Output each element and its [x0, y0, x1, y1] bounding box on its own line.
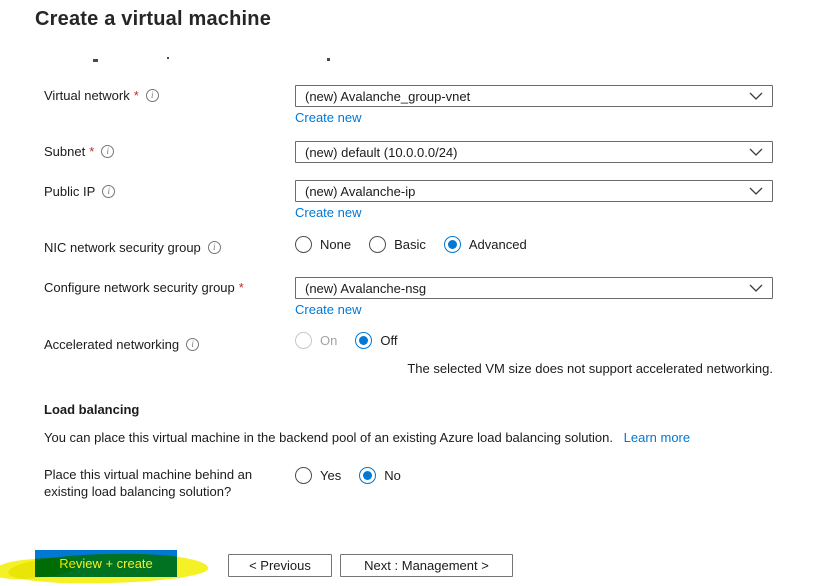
load-balancing-radio-group: Yes No [295, 467, 419, 484]
radio-label: On [320, 333, 338, 348]
field-label-text: NIC network security group [44, 240, 201, 255]
public-ip-label: Public IP [44, 184, 116, 199]
radio-label: Advanced [468, 237, 527, 252]
field-label-text: Configure network security group [44, 280, 235, 295]
dropdown-value: (new) Avalanche_group-vnet [305, 88, 471, 104]
field-label-text: Virtual network [44, 88, 130, 103]
radio-icon [369, 236, 387, 253]
load-balancing-question: Place this virtual machine behind an exi… [44, 467, 253, 499]
field-label-text: Public IP [44, 184, 96, 199]
radio-option-advanced[interactable]: Advanced [443, 236, 527, 253]
radio-label: No [384, 468, 401, 483]
subnet-label: Subnet * [44, 144, 115, 159]
info-icon[interactable] [102, 185, 116, 198]
chevron-down-icon [749, 284, 763, 292]
info-icon[interactable] [145, 89, 159, 102]
radio-icon [295, 467, 312, 484]
learn-more-link[interactable]: Learn more [624, 430, 690, 445]
radio-option-on-disabled: On [295, 332, 337, 349]
radio-label: Basic [394, 237, 426, 252]
chevron-down-icon [749, 92, 763, 100]
field-label-text: Accelerated networking [44, 337, 180, 352]
chevron-down-icon [749, 148, 763, 156]
radio-option-basic[interactable]: Basic [369, 236, 426, 253]
radio-icon-selected [443, 236, 461, 253]
field-label-text: Subnet [44, 144, 86, 159]
public-ip-dropdown[interactable]: (new) Avalanche-ip [295, 180, 773, 202]
create-vm-page: Create a virtual machine Virtual network… [0, 0, 828, 586]
next-management-button[interactable]: Next : Management > [340, 554, 513, 577]
accelerated-networking-note: The selected VM size does not support ac… [407, 361, 773, 376]
required-asterisk: * [133, 88, 139, 103]
accelerated-networking-radio-group: On Off [295, 332, 415, 349]
required-asterisk: * [89, 144, 95, 159]
info-icon[interactable] [186, 338, 200, 351]
radio-icon [295, 236, 312, 253]
radio-label: Off [380, 333, 398, 348]
radio-icon-disabled [295, 332, 312, 349]
load-balancing-header: Load balancing [44, 402, 140, 417]
configure-nsg-label: Configure network security group * [44, 280, 244, 295]
radio-label: None [320, 237, 352, 252]
accelerated-networking-label: Accelerated networking [44, 337, 200, 352]
virtual-network-label: Virtual network * [44, 88, 159, 103]
load-balancing-description: You can place this virtual machine in th… [44, 430, 690, 445]
virtual-network-dropdown[interactable]: (new) Avalanche_group-vnet [295, 85, 773, 107]
clipped-text-remnant [93, 59, 98, 62]
create-new-public-ip-link[interactable]: Create new [295, 205, 361, 220]
radio-icon-selected [355, 332, 373, 349]
radio-option-yes[interactable]: Yes [295, 467, 341, 484]
review-create-button[interactable]: Review + create [35, 550, 177, 577]
dropdown-value: (new) Avalanche-ip [305, 183, 416, 199]
create-new-vnet-link[interactable]: Create new [295, 110, 361, 125]
clipped-text-remnant [167, 57, 169, 59]
create-new-nsg-link[interactable]: Create new [295, 302, 361, 317]
radio-option-none[interactable]: None [295, 236, 351, 253]
dropdown-value: (new) default (10.0.0.0/24) [305, 144, 458, 160]
radio-option-off[interactable]: Off [355, 332, 397, 349]
subnet-dropdown[interactable]: (new) default (10.0.0.0/24) [295, 141, 773, 163]
nic-nsg-label: NIC network security group [44, 240, 221, 255]
info-icon[interactable] [101, 145, 115, 158]
info-icon[interactable] [207, 241, 221, 254]
previous-button[interactable]: < Previous [228, 554, 332, 577]
clipped-text-remnant [327, 58, 330, 61]
page-title: Create a virtual machine [35, 8, 272, 30]
description-text: You can place this virtual machine in th… [44, 430, 614, 445]
dropdown-value: (new) Avalanche-nsg [305, 280, 427, 296]
radio-icon-selected [359, 467, 377, 484]
radio-option-no[interactable]: No [359, 467, 401, 484]
chevron-down-icon [749, 187, 763, 195]
radio-label: Yes [320, 468, 342, 483]
nic-nsg-radio-group: None Basic Advanced [295, 236, 545, 253]
required-asterisk: * [238, 280, 244, 295]
configure-nsg-dropdown[interactable]: (new) Avalanche-nsg [295, 277, 773, 299]
